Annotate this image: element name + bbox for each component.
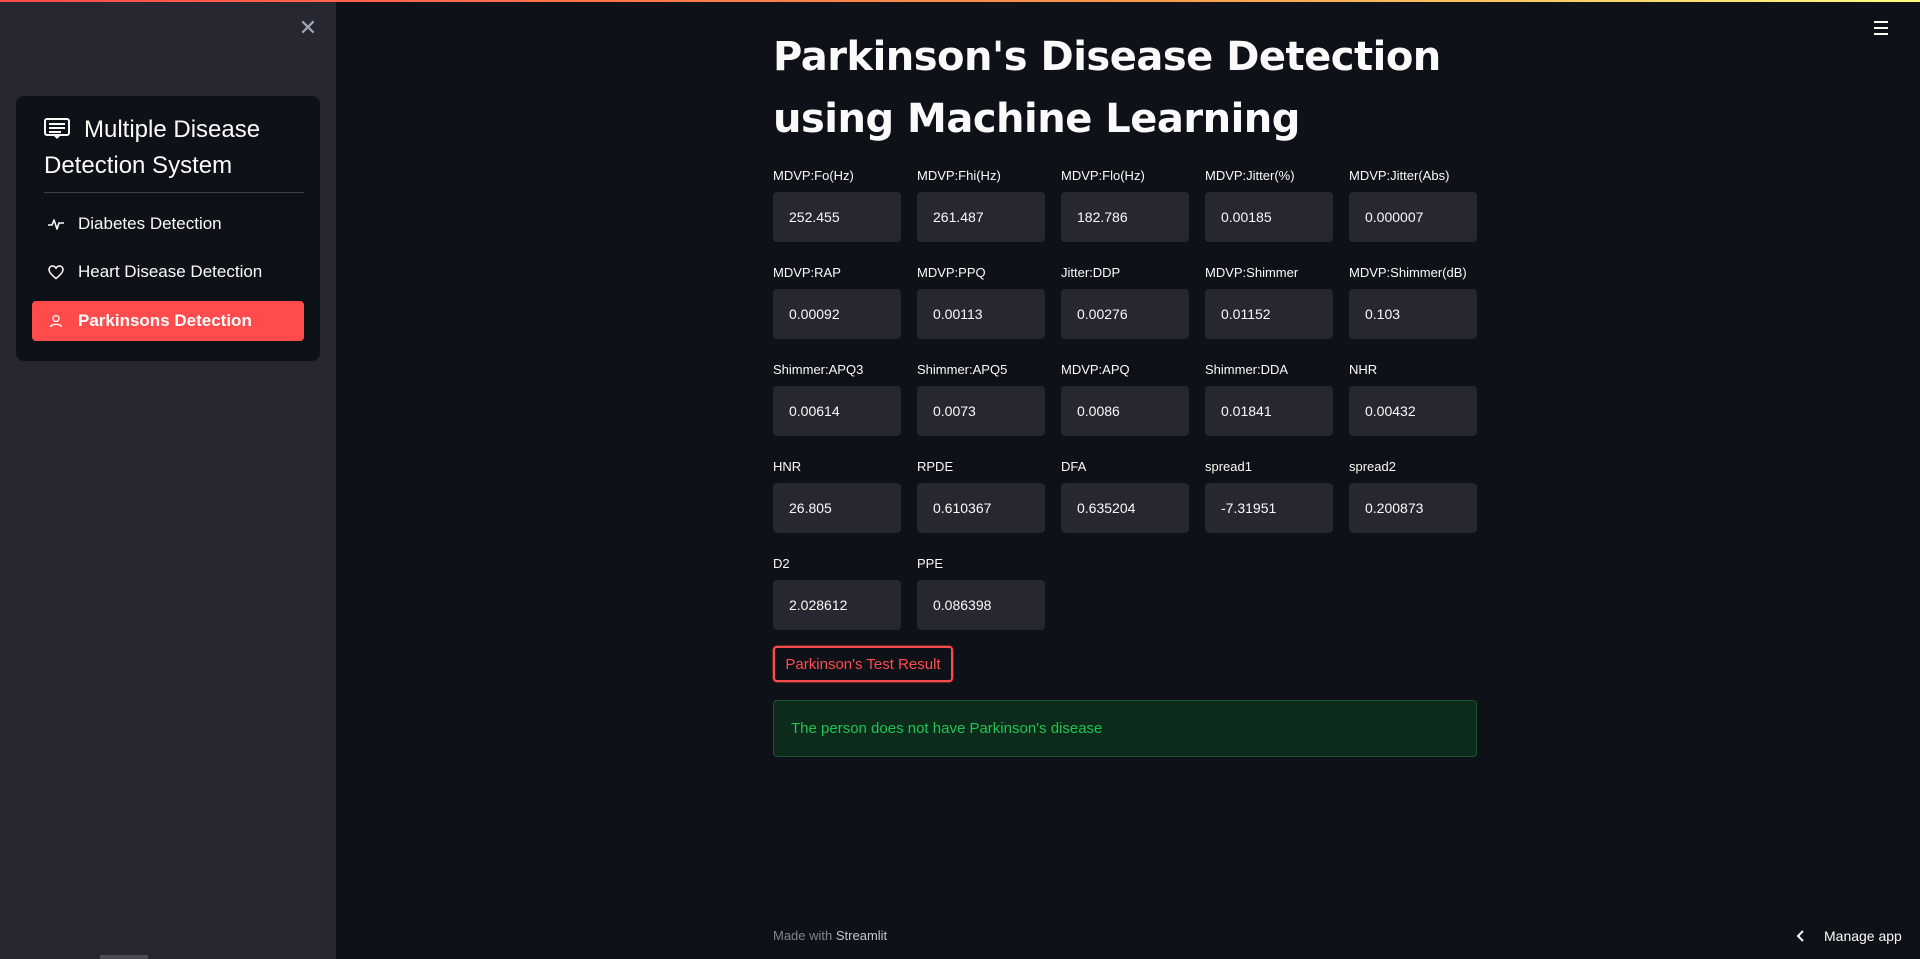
- field-input[interactable]: [917, 580, 1045, 630]
- menu-title-text: Multiple Disease Detection System: [44, 116, 261, 179]
- number-input-field: Shimmer:APQ5: [917, 360, 1045, 436]
- sidebar-item-diabetes[interactable]: Diabetes Detection: [32, 204, 304, 244]
- field-label: Shimmer:DDA: [1205, 362, 1289, 377]
- field-input[interactable]: [1061, 483, 1189, 533]
- menu-divider: [44, 192, 304, 193]
- sidebar-scrollbar[interactable]: [100, 955, 148, 959]
- sidebar-item-label: Heart Disease Detection: [78, 262, 263, 281]
- field-label: MDVP:Shimmer(dB): [1349, 265, 1467, 280]
- field-label: Shimmer:APQ3: [773, 362, 864, 377]
- number-input-field: MDVP:Jitter(Abs): [1349, 166, 1477, 242]
- number-input-field: spread2: [1349, 457, 1477, 533]
- sidebar-item-label: Parkinsons Detection: [78, 311, 252, 330]
- page-title: Parkinson's Disease Detection using Mach…: [773, 34, 1441, 142]
- test-result-button[interactable]: Parkinson's Test Result: [773, 646, 953, 682]
- hamburger-icon[interactable]: [1874, 18, 1896, 38]
- footer: Made with Streamlit: [773, 928, 887, 943]
- field-input[interactable]: [773, 289, 901, 339]
- field-input[interactable]: [1349, 386, 1477, 436]
- field-input[interactable]: [917, 192, 1045, 242]
- footer-made-with: Made with: [773, 928, 833, 943]
- number-input-field: MDVP:Fhi(Hz): [917, 166, 1045, 242]
- field-input[interactable]: [773, 386, 901, 436]
- heart-icon: [46, 262, 66, 282]
- field-input[interactable]: [1205, 192, 1333, 242]
- field-input[interactable]: [773, 483, 901, 533]
- number-input-field: D2: [773, 554, 901, 630]
- sidebar: ✕ Multiple Disease Detection System Diab…: [0, 0, 336, 959]
- field-input[interactable]: [1205, 483, 1333, 533]
- field-label: spread2: [1349, 459, 1396, 474]
- field-label: Jitter:DDP: [1061, 265, 1121, 280]
- menu-title: Multiple Disease Detection System: [44, 112, 304, 184]
- number-input-field: MDVP:PPQ: [917, 263, 1045, 339]
- field-label: MDVP:Shimmer: [1205, 265, 1299, 280]
- number-input-field: MDVP:APQ: [1061, 360, 1189, 436]
- number-input-field: Shimmer:APQ3: [773, 360, 901, 436]
- field-label: MDVP:Fo(Hz): [773, 168, 854, 183]
- result-success-alert: The person does not have Parkinson's dis…: [773, 700, 1477, 757]
- field-label: MDVP:Jitter(Abs): [1349, 168, 1450, 183]
- field-label: spread1: [1205, 459, 1252, 474]
- number-input-field: MDVP:Shimmer: [1205, 263, 1333, 339]
- field-label: MDVP:PPQ: [917, 265, 986, 280]
- field-input[interactable]: [1349, 192, 1477, 242]
- field-input[interactable]: [1061, 289, 1189, 339]
- manage-app-label: Manage app: [1824, 928, 1902, 944]
- sidebar-item-heart-disease[interactable]: Heart Disease Detection: [32, 252, 304, 292]
- number-input-field: RPDE: [917, 457, 1045, 533]
- number-input-field: MDVP:RAP: [773, 263, 901, 339]
- number-input-field: MDVP:Jitter(%): [1205, 166, 1333, 242]
- field-input[interactable]: [1205, 289, 1333, 339]
- field-label: MDVP:Fhi(Hz): [917, 168, 1001, 183]
- field-input[interactable]: [917, 483, 1045, 533]
- field-input[interactable]: [917, 386, 1045, 436]
- field-label: RPDE: [917, 459, 954, 474]
- field-input[interactable]: [917, 289, 1045, 339]
- sidebar-item-label: Diabetes Detection: [78, 214, 222, 233]
- field-input[interactable]: [1349, 483, 1477, 533]
- number-input-field: PPE: [917, 554, 1045, 630]
- field-input[interactable]: [773, 580, 901, 630]
- field-label: D2: [773, 556, 790, 571]
- field-label: MDVP:RAP: [773, 265, 841, 280]
- field-input[interactable]: [1061, 386, 1189, 436]
- field-label: NHR: [1349, 362, 1378, 377]
- person-icon: [46, 311, 66, 331]
- field-label: HNR: [773, 459, 802, 474]
- number-input-field: MDVP:Shimmer(dB): [1349, 263, 1477, 339]
- field-input[interactable]: [1205, 386, 1333, 436]
- number-input-field: HNR: [773, 457, 901, 533]
- number-input-field: NHR: [1349, 360, 1477, 436]
- field-label: Shimmer:APQ5: [917, 362, 1008, 377]
- sidebar-item-parkinsons[interactable]: Parkinsons Detection: [32, 301, 304, 341]
- field-label: PPE: [917, 556, 944, 571]
- field-input[interactable]: [1349, 289, 1477, 339]
- field-input[interactable]: [773, 192, 901, 242]
- result-message: The person does not have Parkinson's dis…: [791, 720, 1103, 737]
- close-icon[interactable]: ✕: [296, 16, 320, 40]
- field-label: MDVP:APQ: [1061, 362, 1130, 377]
- footer-brand-link[interactable]: Streamlit: [836, 928, 887, 943]
- number-input-field: Shimmer:DDA: [1205, 360, 1333, 436]
- list-icon: [44, 118, 70, 139]
- number-input-field: DFA: [1061, 457, 1189, 533]
- number-input-field: MDVP:Fo(Hz): [773, 166, 901, 242]
- number-input-field: spread1: [1205, 457, 1333, 533]
- top-decoration-bar: [0, 0, 1920, 2]
- option-menu: Multiple Disease Detection System Diabet…: [16, 96, 320, 361]
- number-input-field: Jitter:DDP: [1061, 263, 1189, 339]
- field-label: MDVP:Flo(Hz): [1061, 168, 1145, 183]
- activity-icon: [46, 214, 66, 234]
- field-label: DFA: [1061, 459, 1087, 474]
- chevron-left-icon: [1796, 930, 1808, 942]
- number-input-field: MDVP:Flo(Hz): [1061, 166, 1189, 242]
- field-label: MDVP:Jitter(%): [1205, 168, 1295, 183]
- manage-app-button[interactable]: Manage app: [1796, 924, 1902, 948]
- field-input[interactable]: [1061, 192, 1189, 242]
